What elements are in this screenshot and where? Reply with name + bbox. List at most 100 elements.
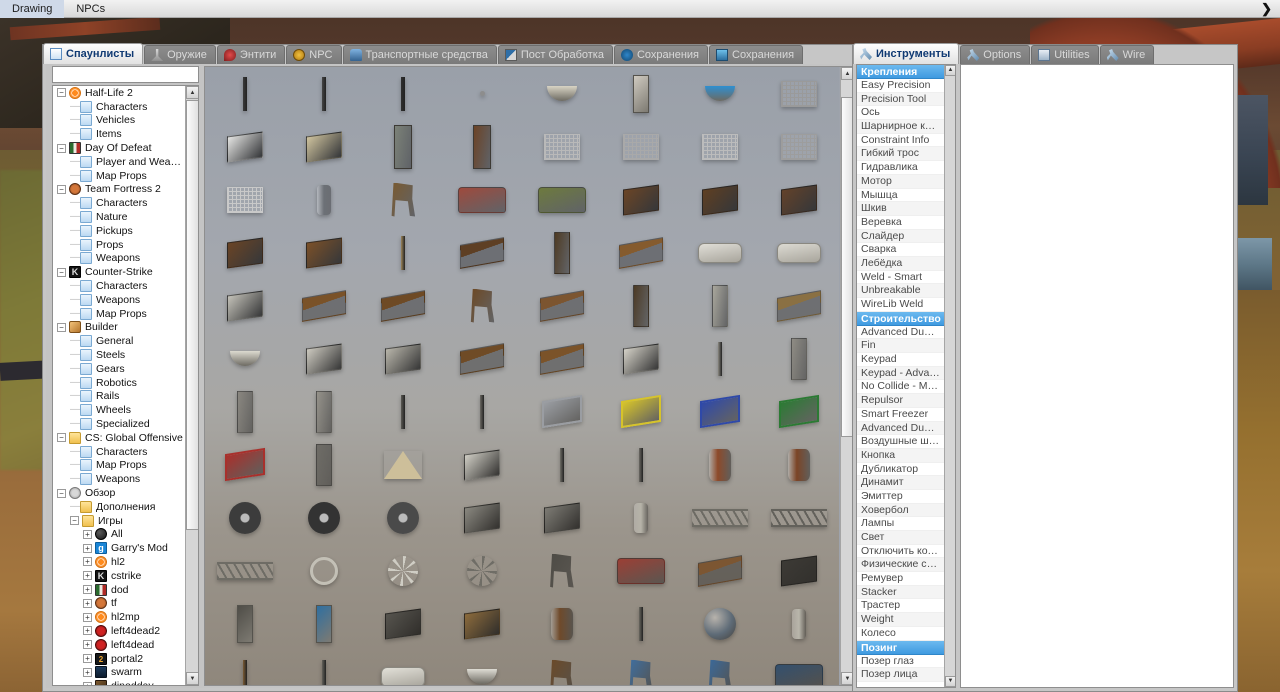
prop-toilet[interactable] (443, 650, 522, 685)
tool-scroll-up-icon[interactable]: ▲ (945, 65, 956, 76)
tree-item-left4dead[interactable]: +left4dead (53, 638, 185, 652)
tool-item[interactable]: Физические свойс... (857, 558, 944, 572)
tool-item[interactable]: Precision Tool (857, 93, 944, 107)
prop-fountain[interactable] (284, 438, 363, 491)
tab-spawn-3[interactable]: Энтити (217, 45, 285, 64)
tool-item[interactable]: Мотор (857, 175, 944, 189)
prop-bench[interactable] (760, 279, 839, 332)
tree-item-all[interactable]: +All (53, 528, 185, 542)
tree-item-general[interactable]: —General (53, 334, 185, 348)
tree-item-builder[interactable]: −Builder (53, 321, 185, 335)
tree-item-gears[interactable]: —Gears (53, 362, 185, 376)
tool-item[interactable]: Свет (857, 531, 944, 545)
prop-chair-blue-b[interactable] (681, 650, 760, 685)
prop-blue-bowl[interactable] (681, 67, 760, 120)
tree-item-cstrike[interactable]: +Kcstrike (53, 569, 185, 583)
tool-item[interactable]: Fin (857, 339, 944, 353)
prop-tub-white[interactable] (364, 650, 443, 685)
tab-tool-2[interactable]: Options (960, 45, 1030, 64)
tree-item-left4dead2[interactable]: +left4dead2 (53, 624, 185, 638)
tree-item-team-fortress-2[interactable]: −Team Fortress 2 (53, 183, 185, 197)
tree-scroll-down-icon[interactable]: ▼ (186, 672, 199, 685)
tool-item[interactable]: Веревка (857, 216, 944, 230)
tree-item-rails[interactable]: —Rails (53, 390, 185, 404)
prop-chair-c[interactable] (522, 650, 601, 685)
prop-fence-a[interactable] (522, 120, 601, 173)
prop-door-metal[interactable] (364, 120, 443, 173)
tree-scroll-thumb[interactable] (186, 100, 199, 530)
tool-category-header[interactable]: Крепления (857, 65, 944, 79)
tree-item-cs-global-offensive[interactable]: −CS: Global Offensive (53, 431, 185, 445)
prop-sink-top[interactable] (522, 67, 601, 120)
tree-item-day-of-defeat[interactable]: −Day Of Defeat (53, 141, 185, 155)
prop-chair-wood[interactable] (364, 173, 443, 226)
tool-item[interactable]: No Collide - Multi (857, 380, 944, 394)
expand-icon[interactable]: + (83, 682, 92, 685)
prop-stove[interactable] (205, 279, 284, 332)
tool-item[interactable]: Constraint Info (857, 134, 944, 148)
tool-item[interactable]: Advanced Duplicat... (857, 422, 944, 436)
prop-pole-a[interactable] (205, 67, 284, 120)
tab-tool-1[interactable]: Инструменты (853, 43, 959, 64)
tool-item[interactable]: Ось (857, 106, 944, 120)
expand-icon[interactable]: + (83, 640, 92, 649)
prop-grave-b[interactable] (205, 385, 284, 438)
tool-item[interactable]: Трастер (857, 599, 944, 613)
prop-tv[interactable] (760, 544, 839, 597)
tab-spawn-4[interactable]: NPC (286, 45, 341, 64)
tree-item-wheels[interactable]: —Wheels (53, 403, 185, 417)
expand-icon[interactable]: + (83, 626, 92, 635)
tree-item-dod[interactable]: +dod (53, 583, 185, 597)
search-box[interactable] (52, 66, 199, 83)
prop-bookshelf-sm[interactable] (284, 120, 363, 173)
prop-mirror-top[interactable] (601, 67, 680, 120)
tab-spawn-8[interactable]: Сохранения (709, 45, 803, 64)
prop-desk-a[interactable] (205, 226, 284, 279)
prop-stick[interactable] (284, 650, 363, 685)
collapse-icon[interactable]: − (57, 185, 66, 194)
tool-item[interactable]: Воздушные шары (857, 435, 944, 449)
tool-item[interactable]: Слайдер (857, 230, 944, 244)
expand-icon[interactable]: + (83, 654, 92, 663)
prop-table-wood-a[interactable] (284, 279, 363, 332)
chevron-right-icon[interactable]: ❯ (1261, 0, 1272, 18)
tool-item[interactable]: Эмиттер (857, 490, 944, 504)
tree-item-pickups[interactable]: —Pickups (53, 224, 185, 238)
tab-spawn-7[interactable]: Сохранения (614, 45, 708, 64)
prop-table-round[interactable] (681, 544, 760, 597)
tool-item[interactable]: Шкив (857, 202, 944, 216)
tool-item[interactable]: Repulsor (857, 394, 944, 408)
prop-hook[interactable] (522, 438, 601, 491)
tool-item[interactable]: Advanced Duplicator (857, 326, 944, 340)
tool-item[interactable]: Колесо (857, 627, 944, 641)
prop-bath-a[interactable] (681, 226, 760, 279)
prop-seat[interactable] (522, 544, 601, 597)
tab-tool-4[interactable]: Wire (1100, 45, 1155, 64)
prop-vent-b[interactable] (522, 491, 601, 544)
prop-bedframe[interactable] (205, 173, 284, 226)
tool-category-header[interactable]: Позинг (857, 641, 944, 655)
tool-category-header[interactable]: Строительство (857, 312, 944, 326)
prop-fan[interactable] (364, 491, 443, 544)
prop-prop-blade[interactable] (443, 544, 522, 597)
tab-tool-3[interactable]: Utilities (1031, 45, 1098, 64)
prop-sofa-blue[interactable] (760, 650, 839, 685)
prop-door-wood[interactable] (443, 120, 522, 173)
prop-sink[interactable] (205, 332, 284, 385)
crate-metal-gray[interactable] (522, 385, 601, 438)
tool-item[interactable]: WireLib Weld (857, 298, 944, 312)
prop-lamp-a[interactable] (601, 491, 680, 544)
prop-cabinet-c[interactable] (364, 597, 443, 650)
tool-item[interactable]: Отключить колли... (857, 545, 944, 559)
tool-item[interactable]: Keypad (857, 353, 944, 367)
prop-chair-b[interactable] (443, 279, 522, 332)
prop-wheel-a[interactable] (205, 491, 284, 544)
expand-icon[interactable]: + (83, 557, 92, 566)
tool-item[interactable]: Ховербол (857, 504, 944, 518)
prop-table-wood-b[interactable] (364, 279, 443, 332)
prop-stand[interactable] (601, 226, 680, 279)
tree-item-map-props[interactable]: —Map Props (53, 459, 185, 473)
tree-item-[interactable]: −Обзор (53, 486, 185, 500)
collapse-icon[interactable]: − (57, 144, 66, 153)
prop-pole-b[interactable] (284, 67, 363, 120)
